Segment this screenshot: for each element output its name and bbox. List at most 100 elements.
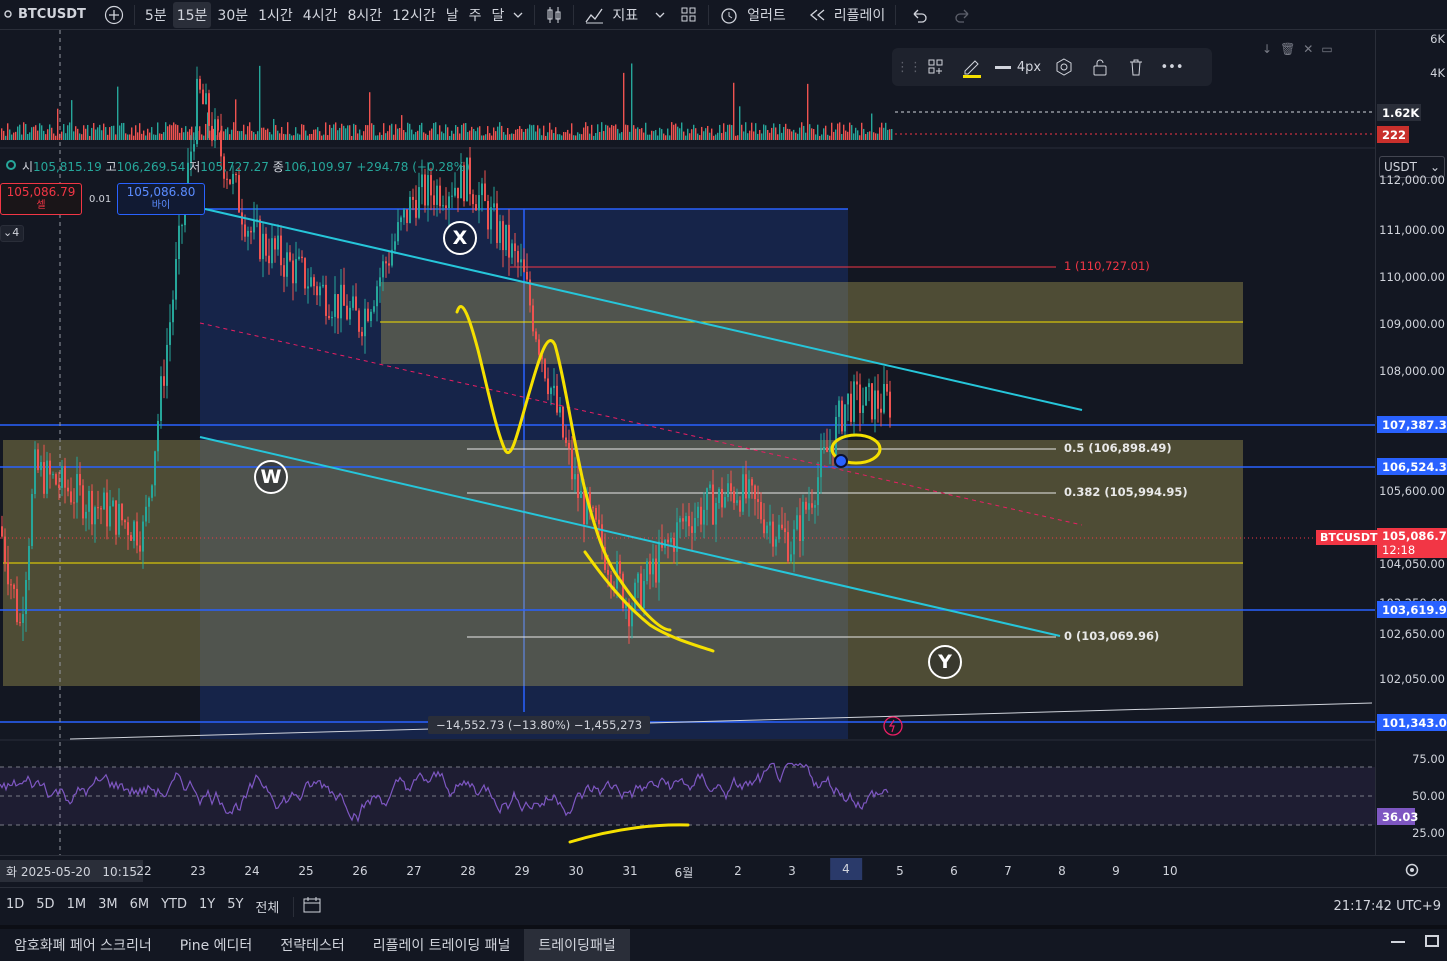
candle-body [265, 233, 267, 256]
add-symbol-icon[interactable] [100, 2, 128, 28]
range-5[interactable]: YTD [155, 897, 193, 916]
range-1[interactable]: 5D [30, 897, 60, 916]
alert-button[interactable]: 얼러트 [715, 2, 790, 28]
volume-bar [553, 133, 555, 140]
arrow-down-icon[interactable]: ↓ [1262, 42, 1272, 56]
undo-icon[interactable] [906, 2, 932, 28]
pane-maximize-icon[interactable]: ▭ [1321, 42, 1332, 56]
interval-2[interactable]: 30분 [213, 2, 252, 28]
interval-1[interactable]: 15분 [172, 1, 212, 28]
interval-3[interactable]: 1시간 [254, 2, 297, 28]
candle-body [295, 259, 297, 284]
candle-body [496, 203, 498, 243]
candle-body [355, 296, 357, 311]
interval-8[interactable]: 주 [465, 2, 486, 28]
wave-label-y[interactable]: Y [928, 645, 962, 679]
line-width-button[interactable]: 4px [990, 52, 1046, 82]
range-6[interactable]: 1Y [193, 897, 221, 916]
pencil-color-icon[interactable] [954, 52, 990, 82]
pane-trash-icon[interactable]: 🗑 [1280, 42, 1295, 56]
symbol-search[interactable]: BTCUSDT [0, 2, 90, 28]
candle-body [286, 252, 288, 277]
candle-body [4, 536, 6, 563]
ohlc-low-label: 저 [189, 160, 201, 174]
range-8[interactable]: 전체 [249, 897, 285, 916]
wave-label-w[interactable]: W [254, 460, 288, 494]
interval-5[interactable]: 8시간 [343, 2, 386, 28]
bottom-tab-0[interactable]: 암호화폐 페어 스크리너 [0, 929, 166, 961]
volume-bar [855, 127, 857, 140]
volume-bar [259, 65, 261, 140]
replay-button[interactable]: 리플레이 [804, 2, 890, 28]
volume-bar [301, 124, 303, 140]
volume-bar [845, 130, 847, 140]
buy-button[interactable]: 105,086.80 바이 [117, 183, 205, 215]
range-7[interactable]: 5Y [221, 897, 249, 916]
interval-0[interactable]: 5분 [141, 2, 171, 28]
interval-9[interactable]: 달 [487, 2, 508, 28]
price-axis[interactable]: 6K 4K 1.62K 222 USDT ⌄ 112,000.00 111,000.… [1375, 30, 1447, 855]
candle-body [67, 487, 69, 492]
candle-body [637, 573, 639, 583]
volume-bar [635, 128, 637, 140]
time-axis[interactable]: 화 2025-05-20 10:15 22 23 24 25 26 27 28 29 30 31 6… [0, 855, 1447, 887]
volume-bar [67, 125, 69, 140]
settings-gear-icon[interactable] [1404, 862, 1420, 878]
drag-handle-icon[interactable]: ⋮⋮ [896, 52, 922, 82]
price-label-9: 102,650.00 [1379, 627, 1445, 641]
template-icon[interactable] [918, 52, 954, 82]
bottom-tab-2[interactable]: 전략테스터 [266, 929, 358, 961]
layout-grid-icon[interactable] [676, 2, 702, 28]
time-tick-15: 6 [950, 864, 958, 878]
interval-7[interactable]: 날 [442, 2, 463, 28]
candle-body [418, 187, 420, 218]
candle-body [883, 383, 885, 413]
candle-body [97, 507, 99, 509]
volume-bar [451, 130, 453, 140]
candle-body [565, 437, 567, 443]
volume-bar [881, 122, 883, 140]
qty-selector[interactable]: ⌄4 [0, 225, 24, 242]
maximize-icon[interactable] [1425, 935, 1439, 947]
trash-icon[interactable] [1118, 52, 1154, 82]
unlock-icon[interactable] [1082, 52, 1118, 82]
rsi-drawing[interactable] [568, 823, 690, 844]
bottom-tab-3[interactable]: 리플레이 트레이딩 패널 [359, 929, 525, 961]
volume-bar [823, 128, 825, 140]
range-0[interactable]: 1D [0, 897, 30, 916]
calendar-icon[interactable] [302, 896, 322, 918]
candle-body [730, 483, 732, 492]
chevron-down-icon[interactable] [508, 2, 528, 28]
settings-icon[interactable] [1046, 52, 1082, 82]
supply-zone[interactable] [381, 282, 1243, 364]
indicators-chevron-icon[interactable] [650, 2, 670, 28]
minimize-icon[interactable] [1391, 941, 1405, 943]
range-2[interactable]: 1M [61, 897, 93, 916]
pane-close-icon[interactable]: ✕ [1303, 42, 1313, 56]
volume-bar [761, 133, 763, 140]
interval-4[interactable]: 4시간 [299, 2, 342, 28]
candle-body [844, 404, 846, 432]
volume-bar [497, 126, 499, 140]
more-icon[interactable]: ••• [1154, 52, 1190, 82]
candle-type-icon[interactable] [541, 2, 567, 28]
volume-bar [657, 135, 659, 140]
wave-label-x[interactable]: X [443, 221, 477, 255]
anchor-point[interactable] [834, 454, 848, 468]
range-3[interactable]: 3M [92, 897, 124, 916]
candle-body [214, 119, 216, 141]
bottom-tab-1[interactable]: Pine 에디터 [166, 929, 267, 961]
volume-bar [797, 133, 799, 140]
sell-button[interactable]: 105,086.79 셀 [0, 183, 82, 215]
indicators-button[interactable]: 지표 [580, 2, 642, 28]
clock[interactable]: 21:17:42 UTC+9 [1334, 899, 1441, 914]
candle-body [547, 378, 549, 395]
interval-6[interactable]: 12시간 [388, 2, 440, 28]
candle-body [343, 284, 345, 306]
redo-icon[interactable] [950, 2, 976, 28]
range-4[interactable]: 6M [124, 897, 156, 916]
candle-body [751, 479, 753, 486]
bottom-tab-4[interactable]: 트레이딩패널 [524, 929, 630, 961]
volume-bar [243, 124, 245, 140]
candle-body [49, 460, 51, 475]
